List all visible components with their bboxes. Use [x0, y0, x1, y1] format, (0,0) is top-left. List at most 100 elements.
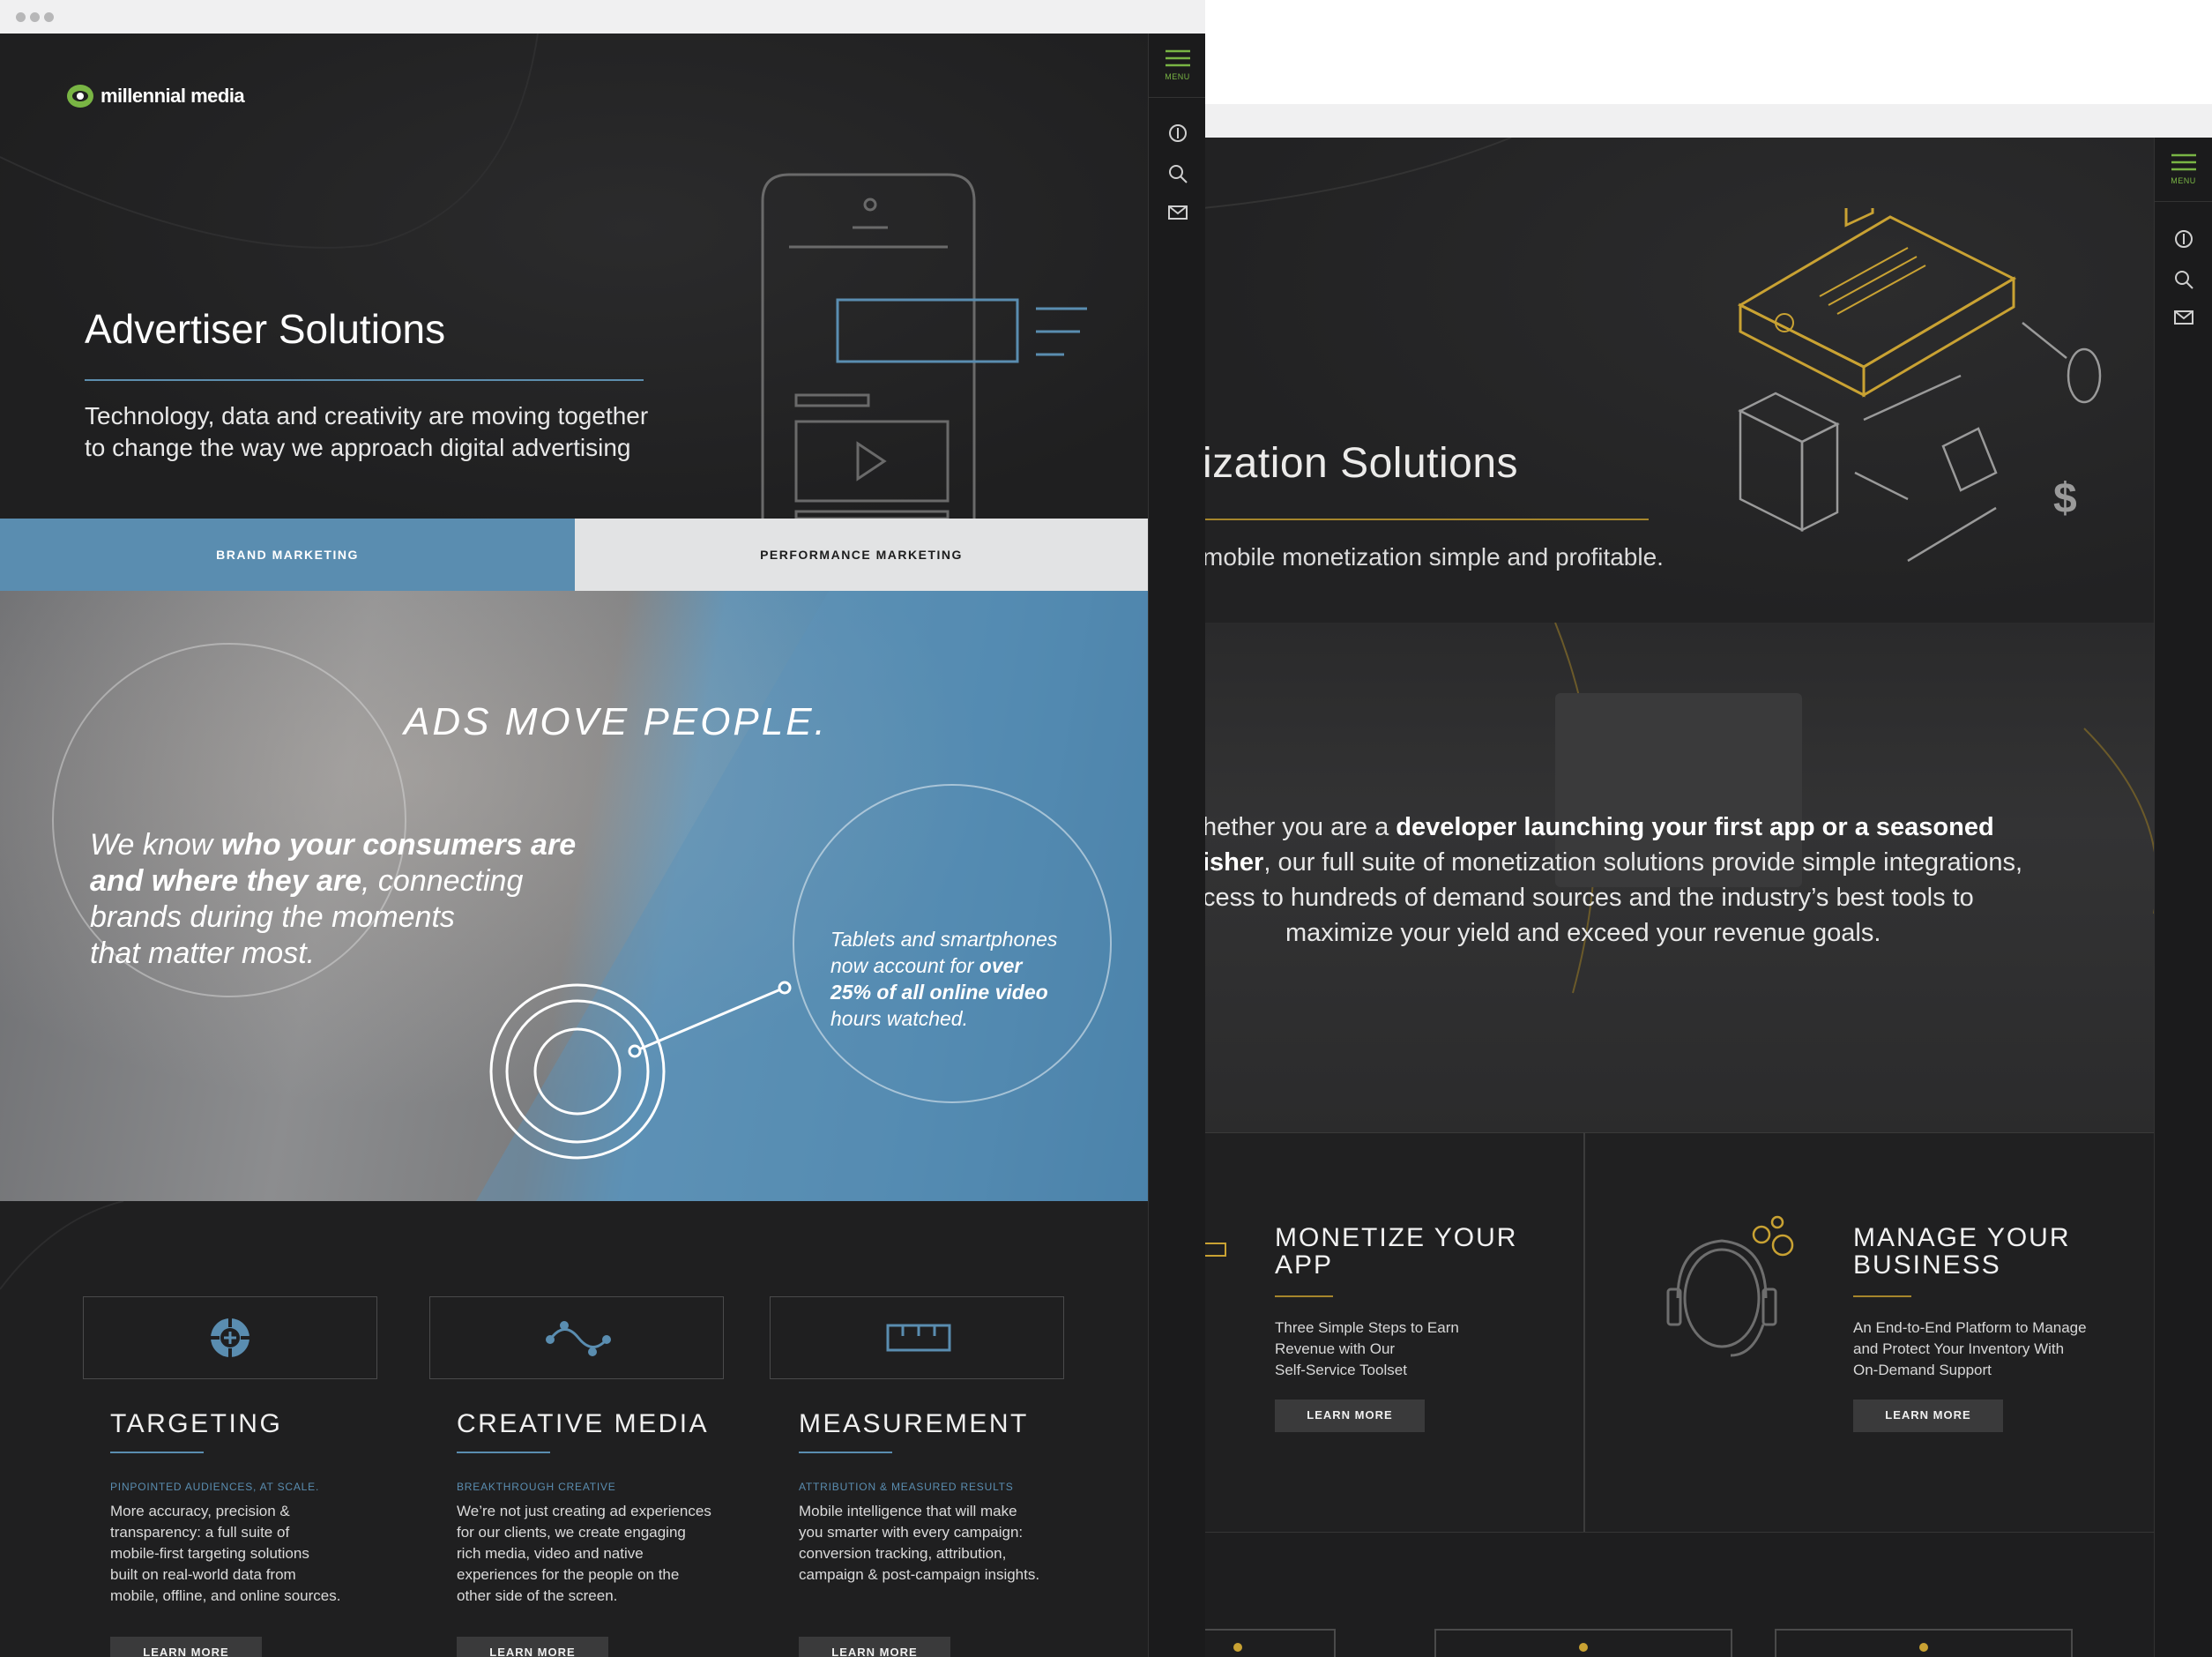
marketing-tabs: BRAND MARKETING PERFORMANCE MARKETING	[0, 519, 1148, 601]
promo-right-stat: Tablets and smartphones now account for …	[830, 926, 1095, 1032]
statement-text: brands during the moments	[90, 900, 455, 934]
promo-left-statement: We know who your consumers are and where…	[90, 827, 637, 972]
desc-line: experiences for the people on the	[457, 1566, 680, 1583]
desc-line: for our clients, we create engaging	[457, 1524, 686, 1541]
menu-button[interactable]: MENU	[2155, 138, 2212, 202]
measurement-icon-box	[770, 1296, 1064, 1379]
tab-performance-marketing[interactable]: PERFORMANCE MARKETING	[575, 519, 1148, 591]
brand-logo[interactable]: millennial media	[65, 83, 245, 109]
creative-media-description: We’re not just creating ad experiences f…	[457, 1501, 711, 1607]
measurement-title: MEASUREMENT	[799, 1409, 1029, 1438]
mail-icon[interactable]	[1168, 205, 1188, 220]
window-control-dot[interactable]	[44, 12, 54, 22]
back-browser-window: ization Solutions mobile monetization si…	[1203, 104, 2212, 1657]
wave-nodes-icon	[546, 1321, 611, 1356]
ads-move-people-promo: ADS MOVE PEOPLE. We know who your consum…	[0, 591, 1148, 1201]
search-icon[interactable]	[2174, 270, 2193, 289]
search-icon[interactable]	[1168, 164, 1188, 183]
advertiser-hero: millennial media Advertiser Solutions Te…	[0, 34, 1148, 519]
dollar-icon: $	[2053, 475, 2077, 522]
desc-line: On-Demand Support	[1853, 1362, 1992, 1378]
phone-illustration	[761, 173, 1087, 519]
statement-text: We know	[90, 828, 221, 862]
mail-icon[interactable]	[2174, 310, 2193, 325]
desc-line: We’re not just creating ad experiences	[457, 1503, 711, 1519]
card-monetize-title: MONETIZE YOUR APP	[1275, 1224, 1517, 1279]
desc-line: rich media, video and native	[457, 1545, 644, 1562]
page-subtitle: Technology, data and creativity are movi…	[85, 400, 719, 464]
targeting-rule	[110, 1452, 204, 1453]
card-monetize-title-line2: APP	[1275, 1250, 1334, 1280]
promo-headline: ADS MOVE PEOPLE.	[404, 700, 828, 743]
targeting-learn-more-button[interactable]: LEARN MORE	[110, 1637, 262, 1657]
desc-line: and Protect Your Inventory With	[1853, 1340, 2065, 1357]
front-sidebar: MENU	[1148, 34, 1205, 1657]
cards-divider	[1583, 1132, 1585, 1532]
card-monetize-title-line1: MONETIZE YOUR	[1275, 1223, 1518, 1252]
publisher-page: ization Solutions mobile monetization si…	[1203, 138, 2212, 1657]
intro-line3: cess to hundreds of demand sources and t…	[1203, 884, 1974, 912]
menu-button[interactable]: MENU	[1149, 34, 1205, 98]
publisher-hero: ization Solutions mobile monetization si…	[1203, 138, 2154, 623]
card-manage-rule	[1853, 1295, 1911, 1297]
advertiser-page: millennial media Advertiser Solutions Te…	[0, 34, 1205, 1657]
back-sidebar: MENU	[2154, 138, 2212, 1657]
title-rule	[1203, 519, 1649, 520]
eye-logo-icon	[67, 85, 93, 108]
desc-line: transparency: a full suite of	[110, 1524, 290, 1541]
logo-text: millennial media	[101, 85, 245, 107]
window-control-dot[interactable]	[16, 12, 26, 22]
statement-text: that matter most.	[90, 937, 316, 970]
subtitle-line: Technology, data and creativity are movi…	[85, 402, 649, 429]
measurement-description: Mobile intelligence that will make you s…	[799, 1501, 1039, 1586]
desc-line: you smarter with every campaign:	[799, 1524, 1024, 1541]
menu-label: MENU	[2171, 176, 2196, 185]
money-icon	[1203, 1243, 1226, 1257]
hamburger-icon	[1166, 49, 1190, 67]
desc-line: An End-to-End Platform to Manage	[1853, 1319, 2087, 1336]
desc-line: Three Simple Steps to Earn	[1275, 1319, 1459, 1336]
intro-line2-end: , our full suite of monetization solutio…	[1263, 848, 2023, 877]
measurement-learn-more-button[interactable]: LEARN MORE	[799, 1637, 950, 1657]
menu-label: MENU	[1165, 72, 1190, 81]
statement-text: , connecting	[361, 864, 524, 898]
card-manage-title-line1: MANAGE YOUR	[1853, 1223, 2071, 1252]
developer-intro-text: hether you are a developer launching you…	[1203, 810, 2154, 951]
hamburger-icon	[2171, 153, 2196, 171]
creative-media-title: CREATIVE MEDIA	[457, 1409, 710, 1438]
user-icon[interactable]	[2174, 229, 2193, 249]
monetize-learn-more-button[interactable]: LEARN MORE	[1275, 1399, 1425, 1432]
browser-chrome	[0, 0, 1205, 34]
desc-line: campaign & post-campaign insights.	[799, 1566, 1040, 1583]
measurement-kicker: ATTRIBUTION & MEASURED RESULTS	[799, 1481, 1014, 1493]
creative-media-learn-more-button[interactable]: LEARN MORE	[457, 1637, 608, 1657]
measurement-rule	[799, 1452, 892, 1453]
intro-line1-start: hether you are a	[1203, 813, 1396, 841]
intro-line1-bold: developer launching your first app or a …	[1396, 813, 1994, 841]
stat-bold: 25% of all online video	[830, 981, 1048, 1004]
creative-media-icon-box	[429, 1296, 724, 1379]
card-manage-title-line2: BUSINESS	[1853, 1250, 2001, 1280]
targeting-kicker: PINPOINTED AUDIENCES, AT SCALE.	[110, 1481, 320, 1493]
manage-learn-more-button[interactable]: LEARN MORE	[1853, 1399, 2003, 1432]
tab-brand-marketing[interactable]: BRAND MARKETING	[0, 519, 575, 591]
window-control-dot[interactable]	[30, 12, 40, 22]
desc-line: mobile, offline, and online sources.	[110, 1587, 341, 1604]
targeting-title: TARGETING	[110, 1409, 283, 1438]
desc-line: conversion tracking, attribution,	[799, 1545, 1007, 1562]
user-icon[interactable]	[1168, 123, 1188, 143]
targeting-description: More accuracy, precision & transparency:…	[110, 1501, 340, 1607]
card-monetize-rule	[1275, 1295, 1333, 1297]
target-icon	[209, 1317, 251, 1359]
card-monetize-desc: Three Simple Steps to Earn Revenue with …	[1275, 1317, 1459, 1381]
page-title: ization Solutions	[1203, 440, 1519, 487]
desc-line: More accuracy, precision &	[110, 1503, 290, 1519]
targeting-icon-box	[83, 1296, 377, 1379]
creative-media-kicker: BREAKTHROUGH CREATIVE	[457, 1481, 616, 1493]
headset-support-icon	[1666, 1215, 1794, 1357]
stat-text: hours watched.	[830, 1007, 968, 1030]
monetization-illustration: $	[1737, 208, 2102, 563]
card-manage-title: MANAGE YOUR BUSINESS	[1853, 1224, 2071, 1279]
statement-bold: who your consumers are	[220, 828, 577, 862]
desc-line: built on real-world data from	[110, 1566, 296, 1583]
